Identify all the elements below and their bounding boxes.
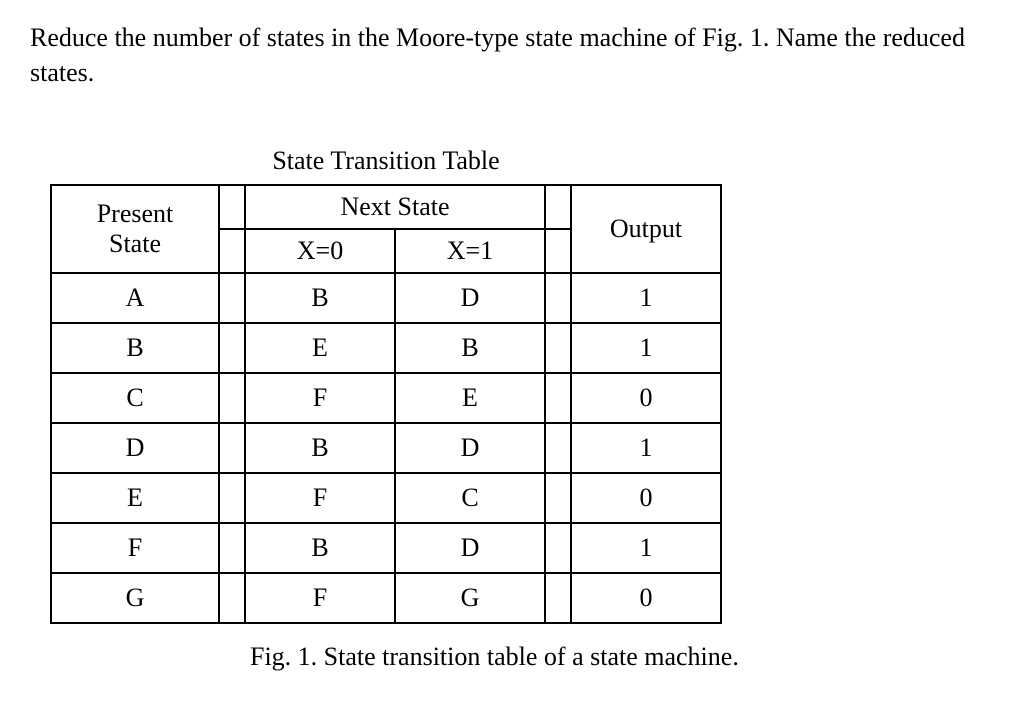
- cell-x1: D: [395, 423, 545, 473]
- cell-present: E: [51, 473, 219, 523]
- cell-x1: D: [395, 273, 545, 323]
- cell-output: 0: [571, 573, 721, 623]
- gap-cell: [219, 573, 245, 623]
- cell-output: 0: [571, 373, 721, 423]
- table-row: G F G 0: [51, 573, 721, 623]
- header-output: Output: [571, 185, 721, 273]
- cell-x0: B: [245, 273, 395, 323]
- cell-present: A: [51, 273, 219, 323]
- table-row: F B D 1: [51, 523, 721, 573]
- figure-caption: Fig. 1. State transition table of a stat…: [250, 642, 994, 672]
- cell-present: B: [51, 323, 219, 373]
- gap-cell: [545, 573, 571, 623]
- header-present-line1: Present: [97, 199, 174, 228]
- cell-x0: E: [245, 323, 395, 373]
- cell-output: 1: [571, 273, 721, 323]
- table-title: State Transition Table: [51, 140, 721, 185]
- cell-x0: F: [245, 373, 395, 423]
- gap-cell: [545, 273, 571, 323]
- gap-cell: [219, 523, 245, 573]
- header-next-state: Next State: [245, 185, 545, 229]
- cell-x1: C: [395, 473, 545, 523]
- cell-present: D: [51, 423, 219, 473]
- gap-cell: [219, 273, 245, 323]
- cell-x0: B: [245, 423, 395, 473]
- table-row: D B D 1: [51, 423, 721, 473]
- cell-x1: G: [395, 573, 545, 623]
- cell-output: 1: [571, 323, 721, 373]
- gap-cell: [219, 323, 245, 373]
- gap-cell: [545, 185, 571, 229]
- cell-output: 0: [571, 473, 721, 523]
- cell-output: 1: [571, 423, 721, 473]
- gap-cell: [219, 185, 245, 229]
- table-row: C F E 0: [51, 373, 721, 423]
- header-x0: X=0: [245, 229, 395, 273]
- table-row: B E B 1: [51, 323, 721, 373]
- cell-x0: F: [245, 573, 395, 623]
- table-row: A B D 1: [51, 273, 721, 323]
- gap-cell: [219, 473, 245, 523]
- cell-x1: E: [395, 373, 545, 423]
- gap-cell: [545, 323, 571, 373]
- header-present-state: Present State: [51, 185, 219, 273]
- gap-cell: [545, 523, 571, 573]
- cell-x1: D: [395, 523, 545, 573]
- gap-cell: [545, 373, 571, 423]
- gap-cell: [545, 473, 571, 523]
- cell-output: 1: [571, 523, 721, 573]
- cell-present: F: [51, 523, 219, 573]
- gap-cell: [219, 373, 245, 423]
- state-transition-table: State Transition Table Present State Nex…: [50, 140, 722, 624]
- cell-x0: F: [245, 473, 395, 523]
- gap-cell: [219, 423, 245, 473]
- cell-x1: B: [395, 323, 545, 373]
- gap-cell: [219, 229, 245, 273]
- cell-present: C: [51, 373, 219, 423]
- gap-cell: [545, 423, 571, 473]
- gap-cell: [545, 229, 571, 273]
- header-x1: X=1: [395, 229, 545, 273]
- cell-x0: B: [245, 523, 395, 573]
- cell-present: G: [51, 573, 219, 623]
- problem-statement: Reduce the number of states in the Moore…: [30, 20, 994, 90]
- header-present-line2: State: [109, 229, 161, 258]
- table-row: E F C 0: [51, 473, 721, 523]
